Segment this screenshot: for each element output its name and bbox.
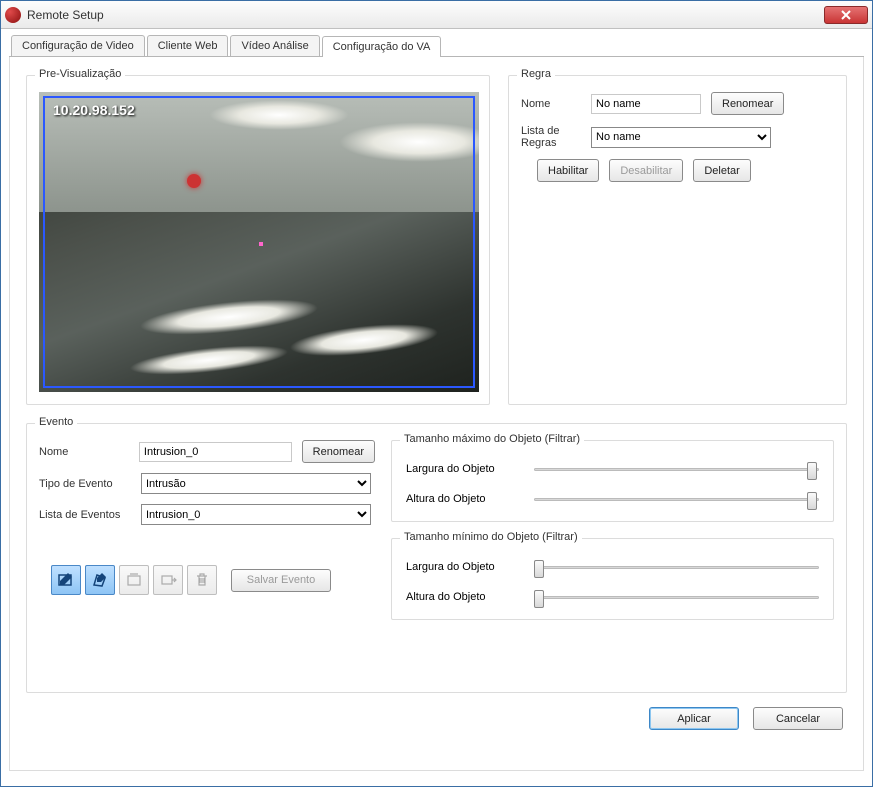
move-icon [159,571,177,589]
tabstrip: Configuração de Video Cliente Web Vídeo … [9,35,864,57]
tabpage: Pre-Visualização 10.20.98.152 Regra Nome [9,57,864,771]
tool-draw-poly-button[interactable] [85,565,115,595]
habilitar-button[interactable]: Habilitar [537,159,599,182]
min-largura-slider[interactable] [534,559,819,575]
tool-move-button [153,565,183,595]
aplicar-button[interactable]: Aplicar [649,707,739,730]
regra-lista-label: Lista de Regras [521,125,581,149]
evento-tipo-select[interactable]: Intrusão [141,473,371,494]
tab-cliente-web[interactable]: Cliente Web [147,35,229,56]
tab-config-va[interactable]: Configuração do VA [322,36,442,57]
regra-legend: Regra [517,68,555,80]
pencil-rect-icon [57,571,75,589]
salvar-evento-button[interactable]: Salvar Evento [231,569,331,592]
edit-icon [125,571,143,589]
trash-icon [193,571,211,589]
evento-renomear-button[interactable]: Renomear [302,440,375,463]
app-logo-icon [5,7,21,23]
selection-rect[interactable] [43,96,475,388]
min-largura-label: Largura do Objeto [406,561,516,573]
regra-lista-select[interactable]: No name [591,127,771,148]
evento-group: Evento Nome Renomear Tipo de Evento Intr… [26,423,847,693]
evento-tipo-label: Tipo de Evento [39,478,131,490]
window-title: Remote Setup [27,8,824,22]
min-size-legend: Tamanho mínimo do Objeto (Filtrar) [400,531,582,543]
evento-lista-label: Lista de Eventos [39,509,131,521]
pencil-poly-icon [91,571,109,589]
max-largura-slider[interactable] [534,461,819,477]
tool-edit-button [119,565,149,595]
client-area: Configuração de Video Cliente Web Vídeo … [1,29,872,786]
evento-lista-select[interactable]: Intrusion_0 [141,504,371,525]
preview-group: Pre-Visualização 10.20.98.152 [26,75,490,405]
preview-legend: Pre-Visualização [35,68,125,80]
evento-nome-input[interactable] [139,442,292,462]
min-altura-label: Altura do Objeto [406,591,516,603]
cancelar-button[interactable]: Cancelar [753,707,843,730]
max-size-legend: Tamanho máximo do Objeto (Filtrar) [400,433,584,445]
preview-ip-overlay: 10.20.98.152 [53,102,135,118]
preview-video[interactable]: 10.20.98.152 [39,92,479,392]
regra-nome-label: Nome [521,98,581,110]
tool-draw-rect-button[interactable] [51,565,81,595]
evento-nome-label: Nome [39,446,129,458]
window: Remote Setup Configuração de Video Clien… [0,0,873,787]
regra-group: Regra Nome Renomear Lista de Regras No n… [508,75,847,405]
footer-buttons: Aplicar Cancelar [26,707,847,730]
tool-row: Salvar Evento [51,565,375,595]
deletar-button[interactable]: Deletar [693,159,750,182]
tab-video-analise[interactable]: Vídeo Análise [230,35,319,56]
close-icon [840,10,852,20]
regra-renomear-button[interactable]: Renomear [711,92,784,115]
min-size-group: Tamanho mínimo do Objeto (Filtrar) Largu… [391,538,834,620]
regra-nome-input[interactable] [591,94,701,114]
tool-delete-button [187,565,217,595]
max-size-group: Tamanho máximo do Objeto (Filtrar) Largu… [391,440,834,522]
min-altura-slider[interactable] [534,589,819,605]
max-largura-label: Largura do Objeto [406,463,516,475]
max-altura-slider[interactable] [534,491,819,507]
tab-video-config[interactable]: Configuração de Video [11,35,145,56]
titlebar: Remote Setup [1,1,872,29]
desabilitar-button[interactable]: Desabilitar [609,159,683,182]
evento-legend: Evento [35,416,77,428]
max-altura-label: Altura do Objeto [406,493,516,505]
close-button[interactable] [824,6,868,24]
